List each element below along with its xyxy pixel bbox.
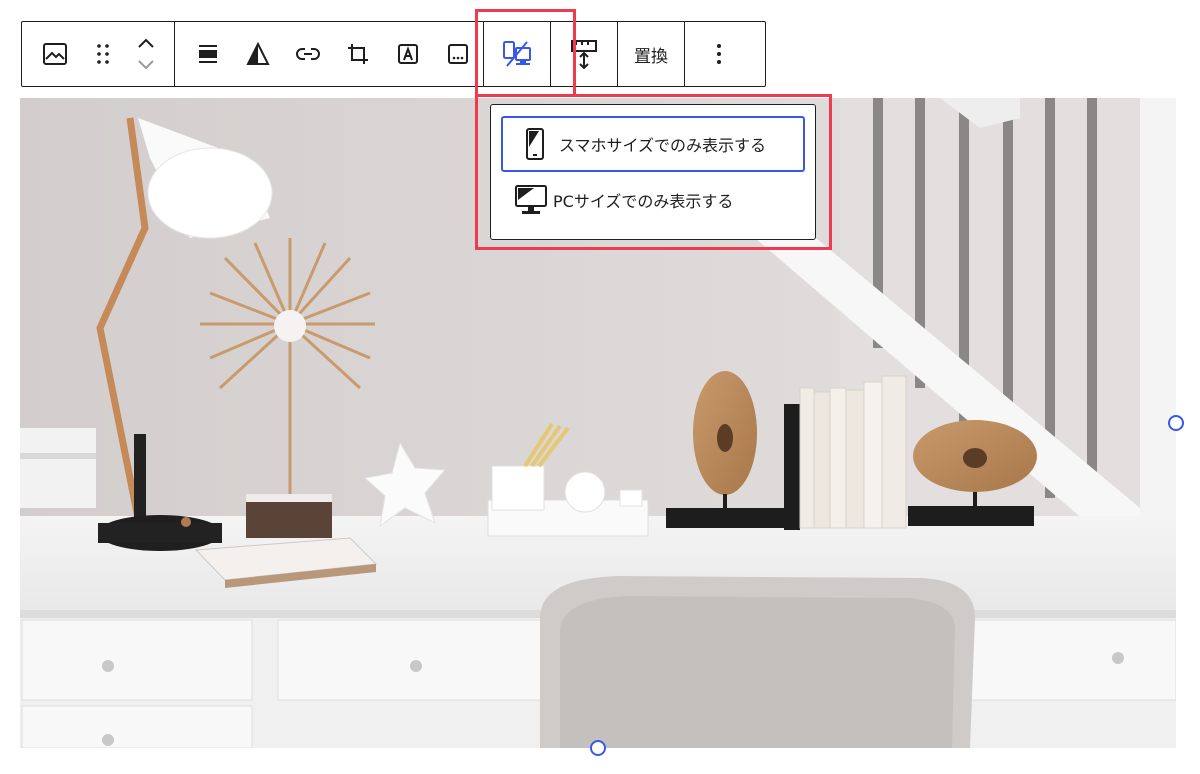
menu-item-pc-only[interactable]: PCサイズでのみ表示する (501, 172, 805, 228)
menu-item-smartphone-only[interactable]: スマホサイズでのみ表示する (501, 116, 805, 172)
drag-dots-icon (97, 44, 109, 64)
drag-handle[interactable] (88, 22, 118, 86)
move-buttons (118, 22, 174, 86)
spacing-button[interactable] (551, 22, 617, 86)
more-box-icon (448, 44, 468, 64)
menu-item-label: スマホサイズでのみ表示する (559, 136, 767, 155)
more-vertical-icon (717, 44, 721, 64)
resize-handle-right[interactable] (1168, 415, 1184, 431)
link-icon (296, 48, 320, 60)
vertical-spacing-icon (571, 40, 597, 69)
toolbar-group-visibility (484, 22, 551, 86)
image-icon (43, 43, 67, 65)
crop-icon (348, 44, 368, 64)
alt-text-button[interactable] (433, 22, 483, 86)
replace-button[interactable]: 置換 (618, 22, 684, 86)
toolbar-group-replace: 置換 (618, 22, 685, 86)
toolbar-group-options (685, 22, 753, 86)
chevron-down-icon (138, 60, 154, 70)
desktop-monitor-icon (513, 184, 549, 216)
image-block-type-button[interactable] (22, 22, 88, 86)
smartphone-icon (517, 127, 553, 161)
text-over-image-icon (398, 44, 418, 64)
move-up-button[interactable] (137, 32, 155, 54)
options-button[interactable] (685, 22, 753, 86)
duotone-icon (246, 42, 270, 65)
insert-link-button[interactable] (283, 22, 333, 86)
move-down-button[interactable] (137, 54, 155, 76)
block-toolbar: 置換 (21, 21, 766, 87)
menu-item-label: PCサイズでのみ表示する (553, 192, 734, 211)
crop-button[interactable] (333, 22, 383, 86)
device-visibility-menu: スマホサイズでのみ表示する PCサイズでのみ表示する (490, 104, 816, 240)
text-overlay-button[interactable] (383, 22, 433, 86)
resize-handle-bottom[interactable] (590, 740, 606, 756)
chevron-up-icon (138, 38, 154, 48)
toolbar-group-block (22, 22, 175, 86)
toolbar-group-spacing (551, 22, 618, 86)
align-icon (199, 45, 217, 63)
align-button[interactable] (183, 22, 233, 86)
duotone-button[interactable] (233, 22, 283, 86)
toolbar-group-image-tools (175, 22, 484, 86)
device-visibility-button[interactable] (484, 22, 550, 86)
device-visibility-icon (503, 41, 531, 67)
